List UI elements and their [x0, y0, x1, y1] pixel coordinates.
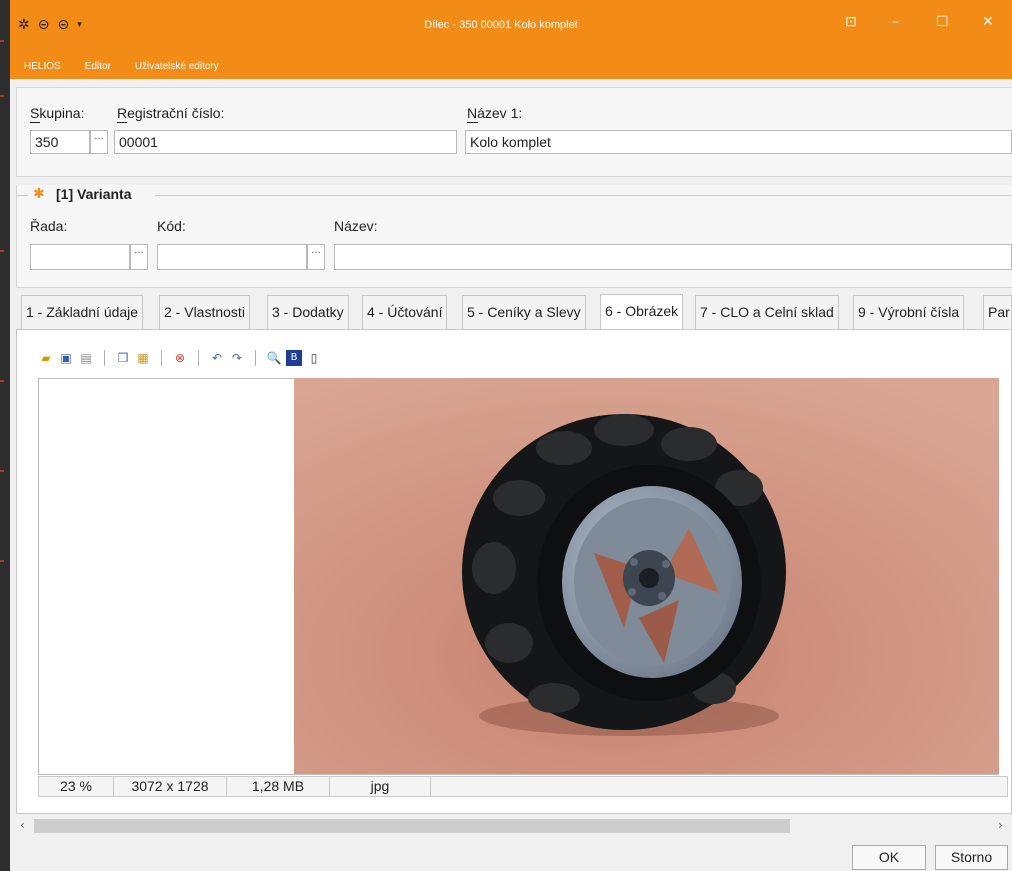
rada-input[interactable]	[30, 244, 130, 270]
rada-label: Řada:	[30, 218, 68, 234]
tab-serial-numbers[interactable]: 9 - Výrobní čísla	[853, 295, 965, 329]
image-status-bar: 23 % 3072 x 1728 1,28 MB jpg	[38, 776, 1008, 797]
group-border-right	[155, 195, 1012, 196]
close-button[interactable]: ✕	[982, 14, 994, 30]
toolbar-separator	[104, 350, 105, 366]
tab-parameters-truncated[interactable]: Par	[983, 295, 1012, 329]
fit-to-window-icon[interactable]: B	[286, 350, 302, 366]
toolbar-separator	[198, 350, 199, 366]
menu-helios[interactable]: HELIOS	[12, 57, 73, 77]
preview-icon[interactable]: ▯	[306, 350, 322, 366]
reg-accesskey-underline	[117, 122, 127, 123]
tab-properties[interactable]: 2 - Vlastnosti	[159, 295, 250, 329]
scan-icon[interactable]: ▤	[78, 350, 94, 366]
rotate-left-icon[interactable]: ↶	[209, 350, 225, 366]
status-filler	[431, 777, 1007, 796]
name1-input[interactable]: Kolo komplet	[465, 130, 1012, 154]
menu-user-editors[interactable]: Uživatelské editory	[123, 57, 231, 77]
save-icon[interactable]: ▣	[58, 350, 74, 366]
image-file-size: 1,28 MB	[227, 777, 330, 796]
variant-panel	[16, 185, 1012, 288]
scroll-right-icon[interactable]: ›	[998, 818, 1003, 832]
delete-image-icon[interactable]: ⊗	[172, 350, 188, 366]
open-folder-icon[interactable]: ▰	[38, 350, 54, 366]
ok-button[interactable]: OK	[852, 845, 926, 870]
skupina-input[interactable]: 350	[30, 130, 90, 154]
skupina-label: Skupina:	[30, 105, 85, 121]
skupina-lookup-button[interactable]: ···	[90, 130, 108, 154]
name1-accesskey-underline	[467, 122, 478, 123]
scrollbar-thumb[interactable]	[34, 819, 790, 833]
minimize-button[interactable]: –	[892, 14, 899, 30]
toolbar-separator	[161, 350, 162, 366]
variant-name-label: Název:	[334, 218, 378, 234]
tab-basic-data[interactable]: 1 - Základní údaje	[21, 295, 144, 329]
restore-ribbon-icon[interactable]: ⊡	[845, 14, 857, 30]
group-border-left	[16, 195, 28, 196]
name1-label: Název 1:	[467, 105, 523, 121]
kod-lookup-button[interactable]: ···	[307, 244, 325, 270]
variant-star-icon: ✱	[33, 186, 45, 202]
menu-bar: HELIOS Editor Uživatelské editory	[12, 57, 231, 77]
tab-appendices[interactable]: 3 - Dodatky	[267, 295, 349, 329]
storno-button[interactable]: Storno	[935, 845, 1008, 870]
toolbar-separator	[255, 350, 256, 366]
variant-name-input[interactable]	[334, 244, 1012, 270]
variant-group-title: [1] Varianta	[56, 186, 132, 202]
menu-editor[interactable]: Editor	[73, 57, 123, 77]
tab-accounting[interactable]: 4 - Účtování	[362, 295, 448, 329]
kod-label: Kód:	[157, 218, 186, 234]
registration-number-label: Registrační číslo:	[117, 105, 225, 121]
image-toolbar: ▰ ▣ ▤ ❐ ▦ ⊗ ↶ ↷ 🔍 B ▯	[38, 347, 322, 369]
maximize-button[interactable]: ☐	[936, 14, 949, 30]
kod-input[interactable]	[157, 244, 307, 270]
image-format: jpg	[330, 777, 431, 796]
skupina-accesskey-underline	[30, 122, 40, 123]
tab-customs[interactable]: 7 - CLO a Celní sklad	[695, 295, 839, 329]
scroll-left-icon[interactable]: ‹	[20, 818, 25, 832]
rotate-right-icon[interactable]: ↷	[229, 350, 245, 366]
paste-icon[interactable]: ▦	[135, 350, 151, 366]
rada-lookup-button[interactable]: ···	[130, 244, 148, 270]
image-dimensions: 3072 x 1728	[114, 777, 227, 796]
registration-number-input[interactable]: 00001	[114, 130, 457, 154]
wheel-photo	[294, 378, 999, 774]
background-window-edge	[0, 0, 10, 871]
tab-price-lists[interactable]: 5 - Ceníky a Slevy	[462, 295, 586, 329]
zoom-icon[interactable]: 🔍	[266, 350, 282, 366]
tab-image[interactable]: 6 - Obrázek	[600, 294, 684, 330]
zoom-level: 23 %	[39, 777, 114, 796]
copy-icon[interactable]: ❐	[115, 350, 131, 366]
